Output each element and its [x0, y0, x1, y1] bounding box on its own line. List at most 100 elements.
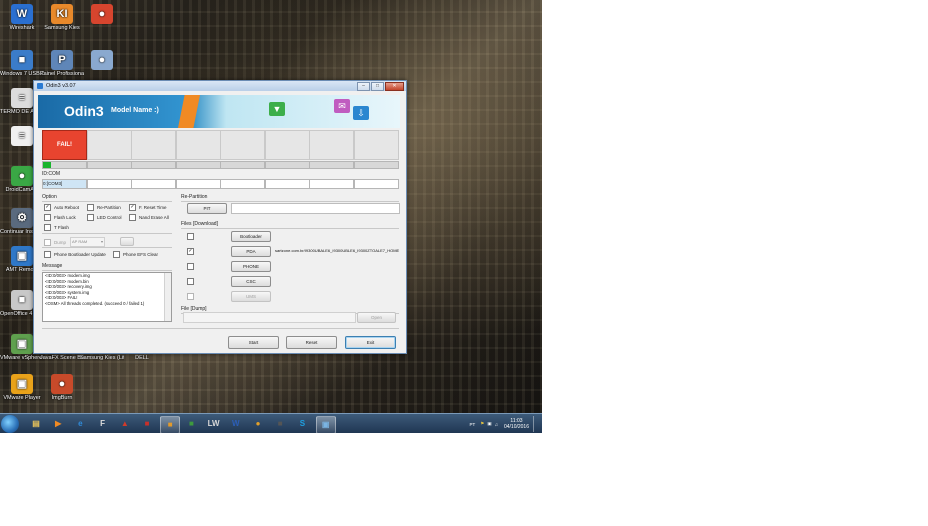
auto-reboot-checkbox[interactable]: ✓ Auto Reboot [44, 204, 79, 211]
pda-button[interactable]: PDA [231, 246, 271, 257]
message-log[interactable]: <ID:0/003> modem.img <ID:0/003> modem.bin… [42, 272, 172, 322]
led-control-checkbox[interactable]: LED Control [87, 214, 122, 221]
taskbar-internet-explorer-icon[interactable]: e [71, 416, 89, 432]
app-icon: P [51, 50, 73, 70]
id-com-box [264, 179, 310, 189]
clock[interactable]: 11:03 04/10/2016 [504, 418, 529, 430]
desktop-icon[interactable]: KI Samsung Kies [40, 4, 84, 31]
phone-bootloader-update-checkbox[interactable]: Phone Bootloader Update [44, 251, 106, 258]
message-scrollbar[interactable] [164, 273, 171, 321]
taskbar-app-acrobat-icon[interactable]: ▲ [116, 416, 134, 432]
phone-checkbox[interactable] [187, 263, 197, 270]
flash-lock-checkbox[interactable]: Flash Lock [44, 214, 76, 221]
port-progress-bar [86, 161, 132, 169]
app-icon: ≡ [11, 88, 33, 108]
volume-icon[interactable]: ♫ [495, 422, 498, 427]
start-button[interactable]: Start [228, 336, 279, 349]
id-com-box [131, 179, 176, 189]
re-partition-checkbox[interactable]: Re-Partition [87, 204, 121, 211]
checkbox-label: Nand Erase All [139, 215, 169, 220]
show-desktop-button[interactable] [533, 416, 540, 432]
language-indicator[interactable]: PT [470, 422, 476, 427]
t-flash-checkbox[interactable]: T Flash [44, 224, 69, 231]
bootloader-checkbox[interactable] [187, 233, 197, 240]
download-icon: ⇩ [353, 106, 369, 120]
desktop-icon[interactable]: ▣ VMware Player [0, 374, 44, 401]
desktop-icon[interactable]: ● ImgBurn [40, 374, 84, 401]
dump-button[interactable] [120, 237, 134, 246]
checkbox-box [87, 214, 94, 221]
checkbox-box [187, 293, 194, 300]
ums-checkbox[interactable] [187, 293, 197, 300]
exit-button[interactable]: Exit [345, 336, 396, 349]
dump-select[interactable]: AP RAM ▾ [70, 237, 105, 247]
banner-model: Model Name :) [111, 107, 159, 114]
reset-button[interactable]: Reset [286, 336, 337, 349]
desktop-icon-label: VMware Player [3, 395, 41, 401]
taskbar-app-lw-icon[interactable]: LW [205, 416, 223, 432]
taskbar-app-orange-icon[interactable]: ■ [160, 416, 181, 433]
flag-icon[interactable]: ⚑ [480, 421, 484, 427]
taskbar-app-dark-icon[interactable]: ■ [271, 416, 289, 432]
app-icon: ▣ [11, 374, 33, 394]
close-button[interactable]: ✕ [385, 81, 404, 91]
desktop-icon[interactable]: W Wireshark [0, 4, 44, 31]
taskbar-chrome-icon[interactable]: ● [249, 416, 267, 432]
maximize-button[interactable]: □ [371, 81, 384, 91]
id-com-box [353, 179, 399, 189]
port-progress-bar [264, 161, 310, 169]
port-progress-bar [309, 161, 354, 169]
taskbar-media-player-icon[interactable]: ▶ [49, 416, 67, 432]
desktop-icon[interactable]: P Painel Profissional [40, 50, 84, 77]
pit-path-field[interactable] [231, 203, 400, 214]
app-icon: ● [11, 166, 33, 186]
dump-checkbox[interactable]: Dump [44, 239, 66, 246]
desktop: W Wireshark KI Samsung Kies ● ■ Windows 7 USB … [0, 0, 542, 433]
phone-button[interactable]: PHONE [231, 261, 271, 272]
file-dump-path-field[interactable] [183, 312, 356, 323]
app-icon: ● [91, 50, 113, 70]
port-status-slot: FAIL! [42, 130, 87, 160]
checkbox-label: Re-Partition [97, 205, 121, 210]
desktop-icon[interactable]: ● [80, 4, 124, 25]
network-icon[interactable]: ▣ [487, 421, 491, 427]
odin-window: Odin3 v3.07 – □ ✕ Odin3 Model Name :) ▼ … [33, 80, 407, 354]
port-status-slot [175, 130, 221, 160]
f-reset-time-checkbox[interactable]: ✓ F. Reset Time [129, 204, 167, 211]
taskbar-odin-icon[interactable]: ▣ [315, 416, 336, 433]
title-bar[interactable]: Odin3 v3.07 – □ ✕ [34, 81, 406, 91]
system-tray: PT ⚑ ▣ ♫ 11:03 04/10/2016 [470, 416, 540, 432]
taskbar-app-red-icon[interactable]: ■ [138, 416, 156, 432]
checkbox-label: T Flash [54, 225, 69, 230]
desktop-icon[interactable]: ■Windows 7 USB DVD Downlo... [0, 50, 44, 77]
port-progress-bar [42, 161, 87, 169]
bootloader-button[interactable]: Bootloader [231, 231, 271, 242]
desktop-icon-label: Painel Profissional [40, 71, 84, 77]
ums-button[interactable]: UMS [231, 291, 271, 302]
id-com-box [175, 179, 221, 189]
checkbox-box: ✓ [44, 204, 51, 211]
taskbar-explorer-icon[interactable]: ▤ [27, 416, 45, 432]
port-progress-bar [353, 161, 399, 169]
start-button-orb[interactable] [1, 415, 19, 433]
chat-icon: ✉ [334, 99, 350, 113]
desktop-icon[interactable]: ● [80, 50, 124, 71]
taskbar-app-word-icon[interactable]: W [227, 416, 245, 432]
id-com-box [86, 179, 132, 189]
open-button[interactable]: Open [357, 312, 396, 323]
taskbar-app-f-icon[interactable]: F [94, 416, 112, 432]
pit-button[interactable]: PIT [187, 203, 227, 214]
port-status-slot [86, 130, 132, 160]
port-status-slot [264, 130, 310, 160]
phone-efs-clear-checkbox[interactable]: Phone EFS Clear [113, 251, 158, 258]
desktop-icon-label: DELL [135, 355, 149, 361]
taskbar-app-green-icon[interactable]: ■ [182, 416, 200, 432]
nand-erase-all-checkbox[interactable]: Nand Erase All [129, 214, 169, 221]
minimize-button[interactable]: – [357, 81, 370, 91]
csc-checkbox[interactable] [187, 278, 197, 285]
app-icon: ■ [11, 290, 33, 310]
csc-button[interactable]: CSC [231, 276, 271, 287]
app-icon: ⚙ [11, 208, 33, 228]
pda-checkbox[interactable]: ✓ [187, 248, 197, 255]
taskbar-skype-icon[interactable]: S [293, 416, 311, 432]
